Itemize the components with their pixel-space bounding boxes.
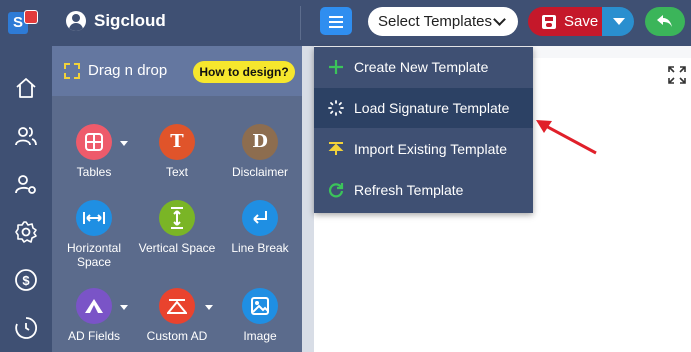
save-options-button[interactable]	[602, 7, 634, 36]
plus-icon	[329, 60, 343, 74]
tool-label: Custom AD	[146, 329, 208, 343]
image-icon	[242, 288, 278, 324]
hamburger-icon-line	[329, 26, 343, 28]
tool-disclaimer[interactable]: D Disclaimer	[218, 124, 302, 179]
tool-horizontal-space[interactable]: Horizontal Space	[52, 200, 136, 269]
custom-ad-icon	[159, 288, 195, 324]
menu-item-label: Load Signature Template	[354, 100, 510, 116]
ad-fields-icon	[76, 288, 112, 324]
annotation-arrow-icon	[536, 120, 597, 155]
menu-item-load-signature-template[interactable]: Load Signature Template	[314, 88, 533, 128]
tool-label: Vertical Space	[138, 241, 216, 255]
save-button[interactable]: Save	[528, 7, 602, 36]
select-templates-label: Select Templates	[378, 13, 492, 30]
left-rail: $	[0, 46, 52, 352]
home-icon[interactable]	[14, 76, 38, 100]
toolbar-divider	[300, 6, 301, 40]
tables-caret-icon[interactable]	[120, 141, 128, 146]
undo-button[interactable]	[645, 7, 685, 36]
expand-icon[interactable]	[668, 66, 686, 84]
disclaimer-icon: D	[242, 124, 278, 160]
users-icon[interactable]	[14, 124, 38, 148]
app-logo[interactable]: S	[8, 10, 40, 36]
tool-custom-ad[interactable]: Custom AD	[135, 288, 219, 343]
panel-header: Drag n drop How to design?	[52, 46, 302, 96]
templates-menu-button[interactable]	[320, 7, 352, 35]
tool-label: Image	[243, 329, 277, 343]
tool-label: Line Break	[231, 241, 289, 255]
drag-drop-icon	[64, 62, 80, 79]
billing-icon[interactable]: $	[14, 268, 38, 292]
lock-icon	[24, 10, 38, 24]
menu-item-import-existing-template[interactable]: Import Existing Template	[314, 129, 533, 169]
tool-ad-fields[interactable]: AD Fields	[52, 288, 136, 343]
table-icon	[76, 124, 112, 160]
select-templates-dropdown[interactable]: Select Templates	[368, 7, 518, 36]
save-icon	[542, 14, 556, 29]
refresh-icon	[328, 183, 344, 198]
settings-icon[interactable]	[14, 220, 38, 244]
save-button-group: Save	[528, 7, 634, 36]
tool-image[interactable]: Image	[218, 288, 302, 343]
panel-title: Drag n drop	[88, 62, 168, 79]
text-icon: T	[159, 124, 195, 160]
tool-line-break[interactable]: Line Break	[218, 200, 302, 255]
undo-icon	[657, 15, 672, 27]
tool-text[interactable]: T Text	[135, 124, 219, 179]
tool-tables[interactable]: Tables	[52, 124, 136, 179]
elements-panel: Drag n drop How to design? Tables T Text…	[52, 46, 302, 352]
svg-text:$: $	[22, 273, 30, 288]
tool-label: Horizontal Space	[66, 241, 122, 269]
history-icon[interactable]	[14, 316, 38, 340]
tool-label: Tables	[76, 165, 112, 179]
ad-fields-caret-icon[interactable]	[120, 305, 128, 310]
loading-icon	[328, 100, 344, 116]
how-to-design-button[interactable]: How to design?	[193, 61, 295, 83]
tool-vertical-space[interactable]: Vertical Space	[135, 200, 219, 255]
menu-item-create-new-template[interactable]: Create New Template	[314, 47, 533, 87]
tool-label: AD Fields	[67, 329, 120, 343]
tool-label: Text	[165, 165, 188, 179]
templates-dropdown-menu: Create New Template Load Signature Templ…	[314, 47, 533, 213]
tool-label: Disclaimer	[231, 165, 288, 179]
user-avatar-icon	[66, 11, 86, 31]
menu-item-refresh-template[interactable]: Refresh Template	[314, 170, 533, 210]
vertical-space-icon	[159, 200, 195, 236]
brand-name: Sigcloud	[94, 11, 166, 30]
menu-item-label: Refresh Template	[354, 182, 464, 198]
import-icon	[328, 142, 344, 155]
save-label: Save	[564, 13, 599, 30]
horizontal-space-icon	[76, 200, 112, 236]
menu-item-label: Create New Template	[354, 59, 489, 75]
menu-item-label: Import Existing Template	[354, 141, 508, 157]
brand[interactable]: Sigcloud	[66, 11, 166, 31]
user-settings-icon[interactable]	[14, 172, 38, 196]
hamburger-icon-line	[329, 21, 343, 23]
chevron-down-icon	[493, 13, 506, 26]
drag-n-drop-title: Drag n drop	[64, 62, 167, 79]
line-break-icon	[242, 200, 278, 236]
custom-ad-caret-icon[interactable]	[205, 305, 213, 310]
top-bar: S Sigcloud Select Templates Save	[0, 0, 691, 46]
panel-resize-handle[interactable]	[302, 46, 314, 352]
hamburger-icon	[329, 16, 343, 18]
